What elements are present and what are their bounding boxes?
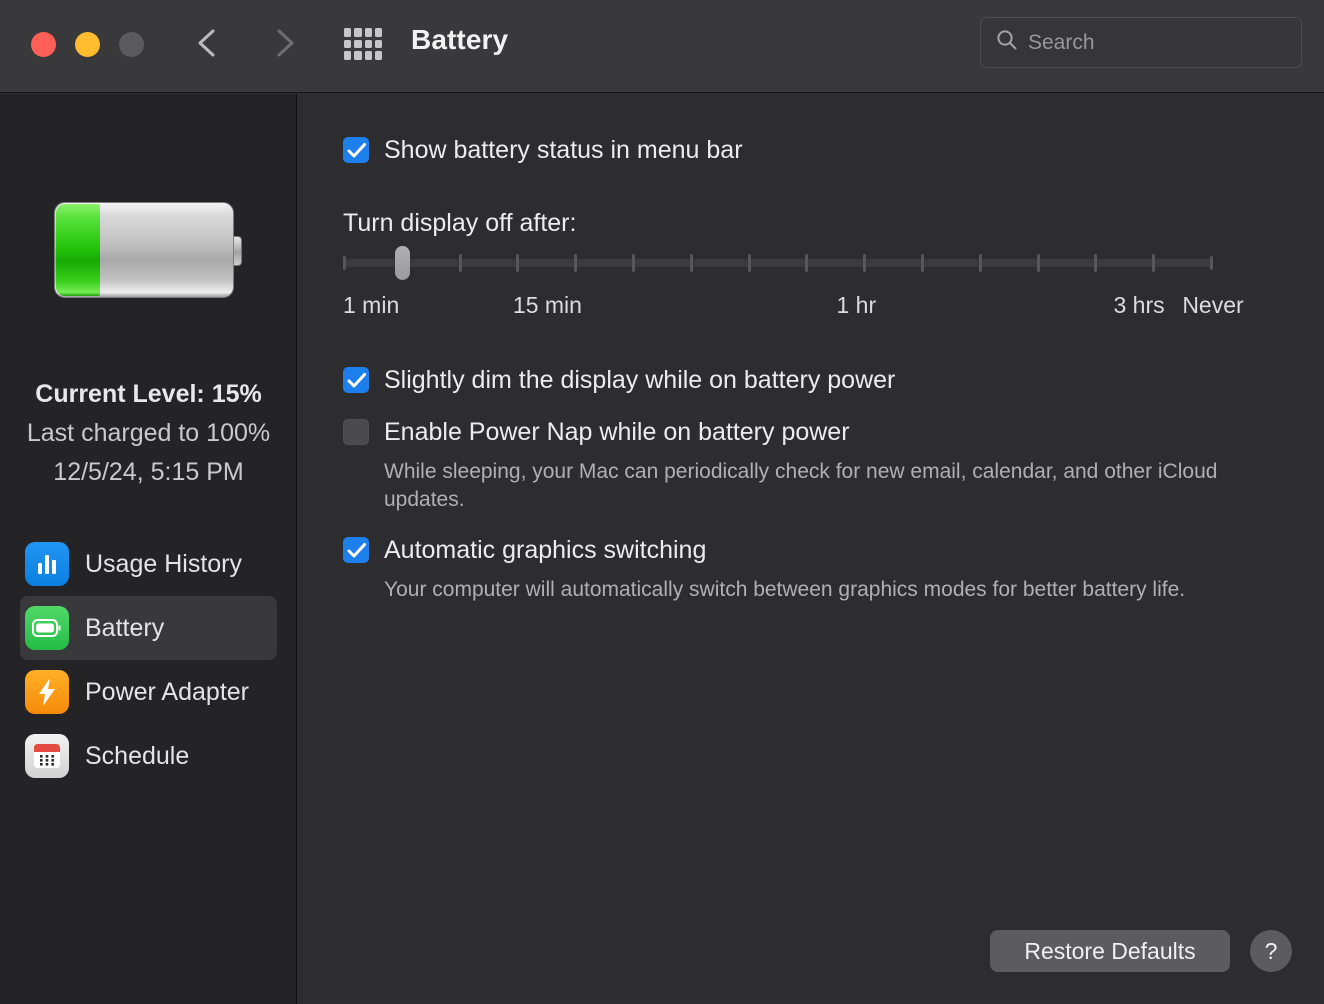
- show-battery-status-label: Show battery status in menu bar: [384, 136, 743, 164]
- sidebar-item-schedule[interactable]: Schedule: [20, 724, 277, 788]
- close-button[interactable]: [31, 32, 56, 57]
- last-charged-date-text: 12/5/24, 5:15 PM: [53, 458, 244, 486]
- slightly-dim-row[interactable]: Slightly dim the display while on batter…: [343, 367, 895, 393]
- slightly-dim-label: Slightly dim the display while on batter…: [384, 366, 896, 394]
- automatic-graphics-label: Automatic graphics switching: [384, 536, 707, 564]
- power-nap-description: While sleeping, your Mac can periodicall…: [384, 460, 1218, 511]
- battery-fill: [56, 204, 101, 296]
- power-nap-label: Enable Power Nap while on battery power: [384, 418, 850, 446]
- slightly-dim-checkbox[interactable]: [343, 367, 369, 393]
- slider-tick: [1152, 254, 1155, 272]
- page-title: Battery: [411, 24, 509, 55]
- grid-apps-icon[interactable]: [342, 26, 384, 62]
- sidebar-nav: Usage History Battery Power Adapter Sche…: [0, 532, 297, 788]
- last-charged-text: Last charged to 100%: [26, 419, 271, 447]
- current-level-text: Current Level: 15%: [35, 380, 262, 408]
- calendar-icon: [25, 734, 69, 778]
- search-icon: [995, 28, 1019, 57]
- show-battery-status-checkbox[interactable]: [343, 137, 369, 163]
- slider-tick: [459, 254, 462, 272]
- battery-icon: [25, 606, 69, 650]
- bar-chart-icon: [25, 542, 69, 586]
- slider-label: 3 hrs: [1113, 292, 1165, 318]
- slider-tick: [863, 254, 866, 272]
- search-placeholder: Search: [1028, 30, 1095, 54]
- turn-display-off-label: Turn display off after:: [343, 209, 577, 237]
- sidebar-item-power-adapter[interactable]: Power Adapter: [20, 660, 277, 724]
- power-nap-checkbox[interactable]: [343, 419, 369, 445]
- slider-label: 15 min: [512, 292, 582, 318]
- slider-tick: [1037, 254, 1040, 272]
- zoom-button: [119, 32, 144, 57]
- lightning-bolt-icon: [25, 670, 69, 714]
- slider-tick: [632, 254, 635, 272]
- display-sleep-slider[interactable]: [343, 246, 1213, 280]
- sidebar-item-usage-history[interactable]: Usage History: [20, 532, 277, 596]
- slider-tick: [343, 256, 346, 270]
- forward-button: [262, 22, 304, 64]
- slider-label: 1 min: [343, 292, 400, 318]
- power-nap-row[interactable]: Enable Power Nap while on battery power: [343, 419, 850, 445]
- sidebar-item-label: Schedule: [85, 741, 190, 770]
- slider-tick: [979, 254, 982, 272]
- automatic-graphics-checkbox[interactable]: [343, 537, 369, 563]
- show-battery-status-row[interactable]: Show battery status in menu bar: [343, 137, 743, 163]
- slider-tick: [1094, 254, 1097, 272]
- slider-tick: [690, 254, 693, 272]
- slider-label: 1 hr: [836, 292, 877, 318]
- back-button[interactable]: [188, 22, 230, 64]
- help-button[interactable]: ?: [1250, 930, 1292, 972]
- slider-tick: [805, 254, 808, 272]
- slider-tick: [574, 254, 577, 272]
- sidebar: Current Level: 15% Last charged to 100% …: [0, 94, 297, 1004]
- slider-label: Never: [1182, 292, 1244, 318]
- slider-track[interactable]: [343, 259, 1213, 267]
- sidebar-item-label: Power Adapter: [85, 677, 249, 706]
- automatic-graphics-description: Your computer will automatically switch …: [384, 578, 1186, 601]
- toolbar: Battery Search: [0, 0, 1324, 93]
- sidebar-item-battery[interactable]: Battery: [20, 596, 277, 660]
- automatic-graphics-row[interactable]: Automatic graphics switching: [343, 537, 706, 563]
- restore-defaults-button[interactable]: Restore Defaults: [990, 930, 1230, 972]
- navigation-arrows: [188, 22, 304, 64]
- minimize-button[interactable]: [75, 32, 100, 57]
- battery-preferences-window: Battery Search Current Level: 15% Last c…: [0, 0, 1324, 1004]
- search-input[interactable]: Search: [980, 17, 1302, 68]
- battery-level-graphic: [54, 202, 242, 298]
- sidebar-item-label: Battery: [85, 613, 165, 642]
- battery-body: [54, 202, 234, 298]
- sidebar-item-label: Usage History: [85, 549, 242, 578]
- window-controls: [31, 32, 144, 57]
- slider-tick: [748, 254, 751, 272]
- slider-thumb[interactable]: [395, 246, 410, 280]
- slider-tick: [1210, 256, 1213, 270]
- slider-tick: [921, 254, 924, 272]
- main-content: Show battery status in menu bar Turn dis…: [298, 94, 1324, 1004]
- slider-tick: [516, 254, 519, 272]
- slider-tick-labels: 1 min 15 min 1 hr 3 hrs Never: [343, 292, 1244, 322]
